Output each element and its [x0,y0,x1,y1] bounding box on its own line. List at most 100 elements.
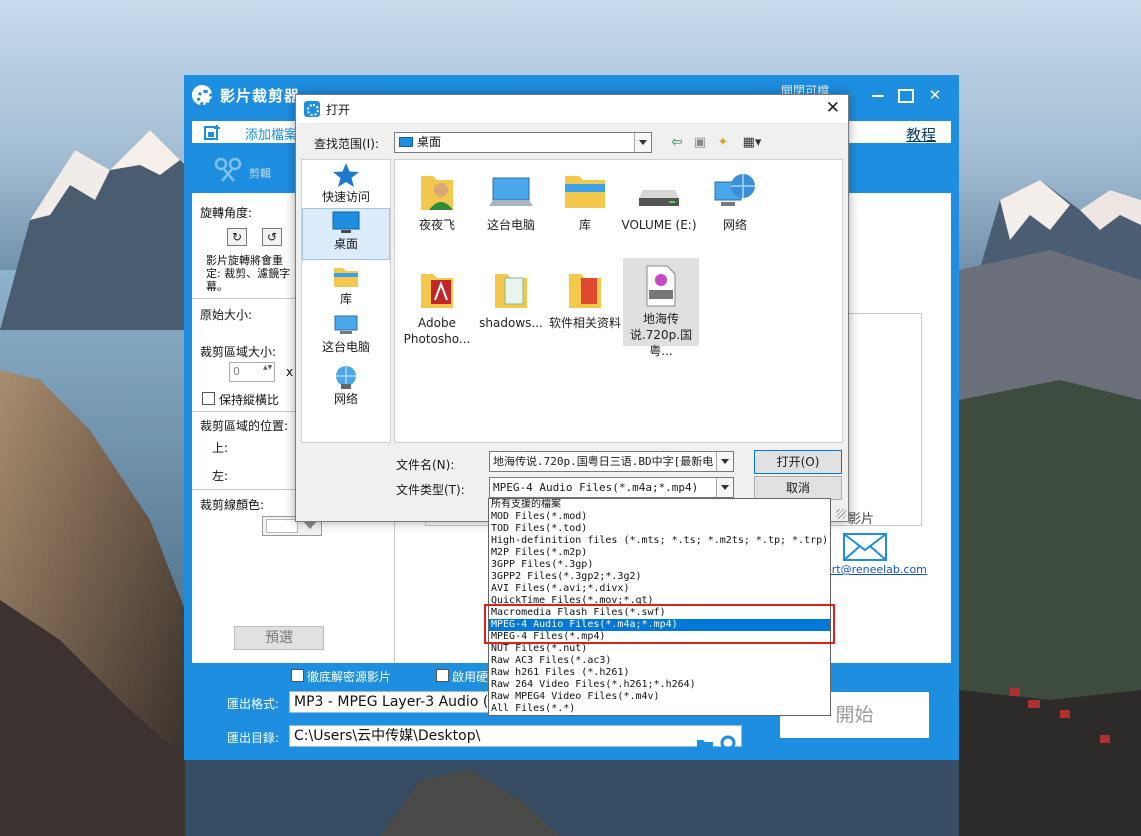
mail-icon[interactable] [843,533,887,561]
filetype-option[interactable]: M2P Files(*.m2p) [489,547,830,559]
file-item[interactable]: shadows... [473,264,549,331]
dialog-app-icon [304,101,320,117]
crop-size-label: 裁剪區域大小: [200,345,277,359]
filetype-option[interactable]: Raw h261 Files (*.h261) [489,667,830,679]
file-name: 库 [578,218,591,232]
places-bar: 快速访问 桌面 库 这台电脑 网络 [301,159,391,443]
filetype-option[interactable]: 所有支援的檔案 [489,499,830,511]
file-item[interactable]: 夜夜飞 [399,166,475,233]
left-label: 左: [212,469,229,483]
file-list: 夜夜飞 这台电脑 库 VOLUME (E:) 网络 Adobe Photosho… [394,159,843,443]
keep-ratio-label: 保持縱橫比 [219,393,280,407]
keep-ratio-checkbox[interactable] [202,392,215,405]
open-file-dialog: 打开 ✕ 查找范围(I): 桌面 ⇦ ▣ ✦ ▦▾ 快速访问 桌面 库 这台电脑… [295,94,849,522]
network-globe-icon [714,174,755,206]
file-item[interactable]: 这台电脑 [473,166,549,233]
chevron-down-icon[interactable] [634,133,651,152]
chevron-down-icon[interactable] [716,452,733,471]
rotation-note: 影片旋轉將會重定: 裁剪、濾鏡字幕。 [206,254,291,293]
app-title: 影片裁剪器 [220,87,301,105]
tutorial-link[interactable]: 教程 [906,124,936,145]
output-format-label: 匯出格式: [227,697,280,711]
folder-icon [569,274,601,308]
file-item[interactable]: 库 [547,166,623,233]
support-email-link[interactable]: ort@reneelab.com [825,563,927,576]
filetype-option[interactable]: Raw AC3 Files(*.ac3) [489,655,830,667]
filetype-option[interactable]: AVI Files(*.avi;*.divx) [489,583,830,595]
file-item[interactable]: 网络 [697,166,773,233]
view-menu-icon[interactable]: ▦▾ [738,135,766,151]
filetype-label: 文件类型(T): [396,483,465,497]
decrypt-source-label: 徹底解密源影片 [307,670,392,684]
rotate-left-button[interactable]: ↺ [262,228,282,246]
crop-position-label: 裁剪區域的位置: [200,419,289,433]
crop-width-stepper[interactable]: 0 [229,362,275,382]
file-item[interactable]: VOLUME (E:) [621,166,697,233]
file-item-selected[interactable]: 地海传说.720p.国粤... [623,258,699,358]
file-name: 夜夜飞 [418,218,455,232]
add-file-button[interactable]: 添加檔案 [245,124,297,143]
drive-icon [639,190,679,206]
maximize-button[interactable] [893,84,915,106]
place-libraries[interactable]: 库 [302,264,390,307]
filetype-option[interactable]: All Files(*.*) [489,703,830,715]
place-network[interactable]: 网络 [302,364,390,407]
crop-size-separator: x [286,365,294,379]
hardware-accel-label: 啟用硬 [452,670,489,684]
file-name: VOLUME (E:) [621,218,697,232]
file-name: shadows... [479,316,543,330]
filetype-option[interactable]: High-definition files (*.mts; *.ts; *.m2… [489,535,830,547]
look-in-value: 桌面 [417,135,442,149]
annotation-highlight-box [484,604,835,644]
filename-input[interactable]: 地海传说.720p.国粤日三语.BD中字[最新电 [489,451,734,472]
new-folder-icon[interactable]: ✦ [715,135,731,151]
browse-folder-icon[interactable] [696,738,714,752]
hardware-accel-checkbox[interactable] [436,669,449,682]
up-folder-icon[interactable]: ▣ [692,135,708,151]
computer-icon [489,177,533,206]
open-button[interactable]: 打开(O) [754,450,842,474]
look-in-select[interactable]: 桌面 [394,132,652,153]
resize-grip[interactable] [836,509,846,519]
filetype-option[interactable]: 3GPP Files(*.3gp) [489,559,830,571]
filetype-option[interactable]: Raw 264 Video Files(*.h261;*.h264) [489,679,830,691]
file-item[interactable]: 软件相关资料 [547,264,623,331]
file-name: Adobe Photosho... [403,316,471,346]
filetype-option[interactable]: NUT Files(*.nut) [489,643,830,655]
top-label: 上: [212,441,229,455]
cancel-button[interactable]: 取消 [754,476,842,500]
file-item[interactable]: Adobe Photosho... [399,264,475,347]
close-button[interactable] [924,84,946,106]
scissors-icon[interactable] [214,157,242,183]
dialog-titlebar[interactable]: 打开 ✕ [296,95,848,123]
add-file-icon[interactable] [204,124,222,140]
original-size-label: 原始大小: [200,308,253,322]
place-desktop[interactable]: 桌面 [302,208,390,260]
filetype-option[interactable]: Raw MPEG4 Video Files(*.m4v) [489,691,830,703]
file-name: 网络 [722,218,747,232]
filetype-option[interactable]: TOD Files(*.tod) [489,523,830,535]
minimize-button[interactable] [867,84,889,106]
place-quick-access[interactable]: 快速访问 [302,162,390,205]
back-arrow-icon[interactable]: ⇦ [669,135,685,151]
filetype-option[interactable]: MOD Files(*.mod) [489,511,830,523]
output-dir-input[interactable]: C:\Users\云中传媒\Desktop\ [289,725,742,747]
drop-zone-text: 影片 [847,512,874,527]
folder-icon [334,268,358,287]
preview-button[interactable]: 預選 [234,626,324,650]
file-name: 这台电脑 [486,218,535,232]
file-name: 地海传说.720p.国粤... [629,312,693,358]
decrypt-source-checkbox[interactable] [291,669,304,682]
search-icon[interactable] [720,735,740,755]
place-label: 网络 [333,392,358,406]
tab-cut[interactable]: 剪輯 [249,165,271,181]
filetype-option[interactable]: 3GPP2 Files(*.3gp2;*.3g2) [489,571,830,583]
filetype-select[interactable]: MPEG-4 Audio Files(*.m4a;*.mp4) [489,477,734,498]
chevron-down-icon[interactable] [716,478,733,497]
rotation-label: 旋轉角度: [200,206,253,220]
filename-label: 文件名(N): [396,458,455,472]
mpeg4-file-icon [646,265,676,307]
dialog-close-button[interactable]: ✕ [826,98,840,118]
place-this-pc[interactable]: 这台电脑 [302,312,390,355]
rotate-right-button[interactable]: ↻ [227,228,247,246]
